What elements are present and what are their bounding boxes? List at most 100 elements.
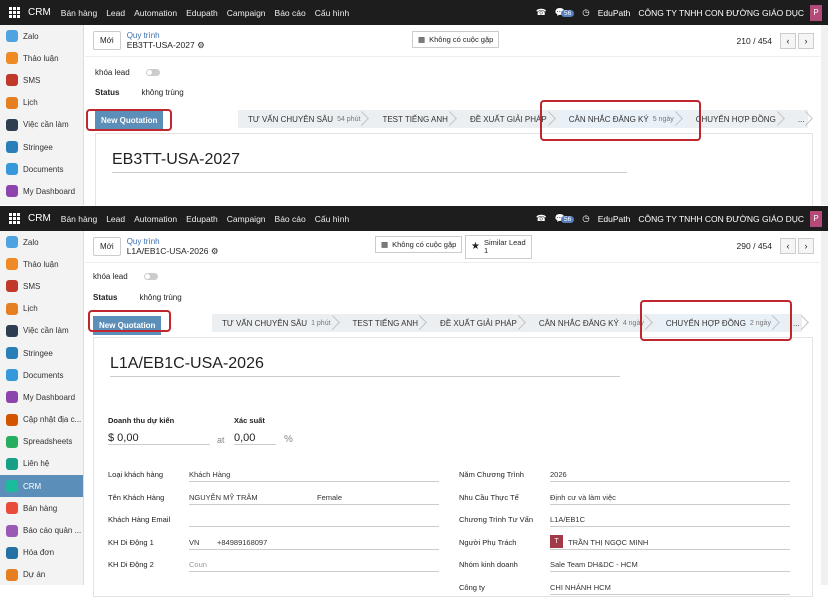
sidebar-item[interactable]: SMS (0, 275, 83, 297)
scrollbar-top[interactable] (821, 25, 828, 205)
next-button[interactable]: › (798, 33, 814, 49)
sidebar-item[interactable]: My Dashboard (0, 386, 83, 408)
menu-report[interactable]: Báo cáo (275, 214, 306, 224)
next-button[interactable]: › (798, 238, 814, 254)
chat-icon[interactable]: 💬56 (554, 7, 575, 18)
revenue-input[interactable]: $ 0,00 (108, 432, 210, 445)
stage-button[interactable]: TEST TIẾNG ANH (343, 314, 431, 332)
sidebar-item[interactable]: SMS (0, 69, 83, 91)
field-value[interactable]: NGUYỄN MỸ TRÂM (189, 493, 258, 502)
menu-edupath[interactable]: Edupath (186, 8, 218, 18)
app-name[interactable]: EduPath (598, 214, 631, 224)
sidebar-item[interactable]: Stringee (0, 136, 83, 158)
menu-lead[interactable]: Lead (106, 214, 125, 224)
menu-campaign[interactable]: Campaign (227, 8, 266, 18)
record-title[interactable]: EB3TT-USA-2027 (112, 151, 627, 173)
phone-icon[interactable]: ☎ (536, 7, 547, 18)
stage-more-button[interactable]: ... (788, 110, 817, 128)
stage-button[interactable]: TƯ VẤN CHUYÊN SÂU 54 phút (238, 110, 372, 128)
sidebar-item[interactable]: Documents (0, 364, 83, 386)
sidebar-item[interactable]: My Dashboard (0, 180, 83, 202)
sidebar-item[interactable]: Stringee (0, 342, 83, 364)
field-label: Năm Chương Trình (459, 470, 524, 479)
app-icon (6, 258, 18, 271)
sidebar-item[interactable]: Việc cần làm (0, 320, 83, 342)
sidebar-item[interactable]: Zalo (0, 25, 83, 47)
clock-icon[interactable]: ◷ (582, 7, 589, 18)
stage-button[interactable]: TEST TIẾNG ANH (372, 110, 460, 128)
country-code[interactable]: Coun (189, 560, 207, 569)
gender-value[interactable]: Female (317, 493, 342, 502)
company-name[interactable]: CÔNG TY TNHH CON ĐƯỜNG GIÁO DỤC (638, 8, 804, 18)
meetings-button[interactable]: ▦ Không có cuộc gặp (412, 31, 500, 48)
brand[interactable]: CRM (28, 213, 51, 224)
field-value[interactable]: Khách Hàng (189, 470, 230, 479)
lock-lead-toggle[interactable] (146, 69, 161, 77)
sidebar-item[interactable]: Cập nhật địa c... (0, 409, 83, 431)
apps-menu-icon[interactable] (9, 6, 21, 19)
app-name[interactable]: EduPath (598, 8, 631, 18)
new-button[interactable]: Mới (93, 31, 121, 50)
prev-button[interactable]: ‹ (780, 238, 796, 254)
record-title[interactable]: L1A/EB1C-USA-2026 (110, 355, 620, 377)
chat-icon[interactable]: 💬56 (554, 213, 575, 224)
stage-button[interactable]: CHUYỂN HỢP ĐỒNG (686, 110, 788, 128)
sidebar-item[interactable]: Bán hàng (0, 497, 83, 519)
sidebar-item[interactable]: Thảo luận (0, 47, 83, 69)
pager-value[interactable]: 290 / 454 (737, 241, 772, 251)
field-value[interactable]: L1A/EB1C (550, 515, 585, 524)
sidebar-item[interactable]: Việc cần làm (0, 114, 83, 136)
prev-button[interactable]: ‹ (780, 33, 796, 49)
sidebar-item[interactable]: Lịch (0, 298, 83, 320)
menu-report[interactable]: Báo cáo (275, 8, 306, 18)
field-value[interactable]: CHI NHÁNH HCM (550, 583, 611, 592)
menu-automation[interactable]: Automation (134, 214, 177, 224)
sidebar-item[interactable]: Liên hệ (0, 453, 83, 475)
new-button[interactable]: Mới (93, 237, 121, 256)
apps-menu-icon[interactable] (9, 212, 21, 225)
menu-config[interactable]: Cấu hình (315, 8, 350, 18)
breadcrumb-parent[interactable]: Quy trình (127, 31, 205, 40)
clock-icon[interactable]: ◷ (582, 213, 589, 224)
field-value[interactable]: 2026 (550, 470, 567, 479)
menu-campaign[interactable]: Campaign (227, 214, 266, 224)
sidebar-item[interactable]: Hóa đơn (0, 542, 83, 564)
stage-button[interactable]: ĐỀ XUẤT GIẢI PHÁP (430, 314, 529, 332)
field-value[interactable]: Sale Team DH&DC - HCM (550, 560, 638, 569)
menu-sales[interactable]: Bán hàng (61, 8, 97, 18)
sidebar-item-label: Việc cần làm (23, 120, 69, 130)
sidebar-item[interactable]: Thảo luận (0, 253, 83, 275)
brand[interactable]: CRM (28, 7, 51, 18)
breadcrumb-parent[interactable]: Quy trình (127, 237, 219, 246)
field-value[interactable]: TRẦN THỊ NGỌC MINH (568, 538, 648, 547)
stage-button[interactable]: TƯ VẤN CHUYÊN SÂU 1 phút (212, 314, 343, 332)
sidebar-item[interactable]: Lịch (0, 92, 83, 114)
menu-sales[interactable]: Bán hàng (61, 214, 97, 224)
probability-input[interactable]: 0,00 (234, 432, 276, 445)
field-value[interactable]: Định cư và làm việc (550, 493, 616, 502)
scrollbar-bottom[interactable] (821, 231, 828, 585)
lock-lead-toggle[interactable] (144, 273, 159, 281)
gear-icon[interactable]: ⚙ (211, 246, 219, 256)
sidebar-item[interactable]: Báo cáo quản ... (0, 519, 83, 541)
menu-lead[interactable]: Lead (106, 8, 125, 18)
sidebar-item[interactable]: Documents (0, 158, 83, 180)
menu-automation[interactable]: Automation (134, 8, 177, 18)
phone-icon[interactable]: ☎ (536, 213, 547, 224)
meetings-button[interactable]: ▦ Không có cuộc gặp (375, 236, 463, 253)
company-name[interactable]: CÔNG TY TNHH CON ĐƯỜNG GIÁO DỤC (638, 214, 804, 224)
country-code[interactable]: VN (189, 538, 199, 547)
field-value[interactable]: +84989168097 (217, 538, 267, 547)
user-avatar[interactable]: P (810, 4, 822, 21)
stage-button[interactable]: CÂN NHẮC ĐĂNG KÝ 4 ngày (529, 314, 656, 332)
sidebar-item[interactable]: Spreadsheets (0, 431, 83, 453)
gear-icon[interactable]: ⚙ (197, 40, 205, 50)
sidebar-item[interactable]: Zalo (0, 231, 83, 253)
menu-config[interactable]: Cấu hình (315, 214, 350, 224)
pager-value[interactable]: 210 / 454 (737, 36, 772, 46)
sidebar-item[interactable]: CRM (0, 475, 83, 498)
menu-edupath[interactable]: Edupath (186, 214, 218, 224)
similar-lead-button[interactable]: ★ Similar Lead 1 (465, 235, 532, 259)
sidebar-item[interactable]: Dự án (0, 564, 83, 586)
user-avatar[interactable]: P (810, 210, 822, 227)
